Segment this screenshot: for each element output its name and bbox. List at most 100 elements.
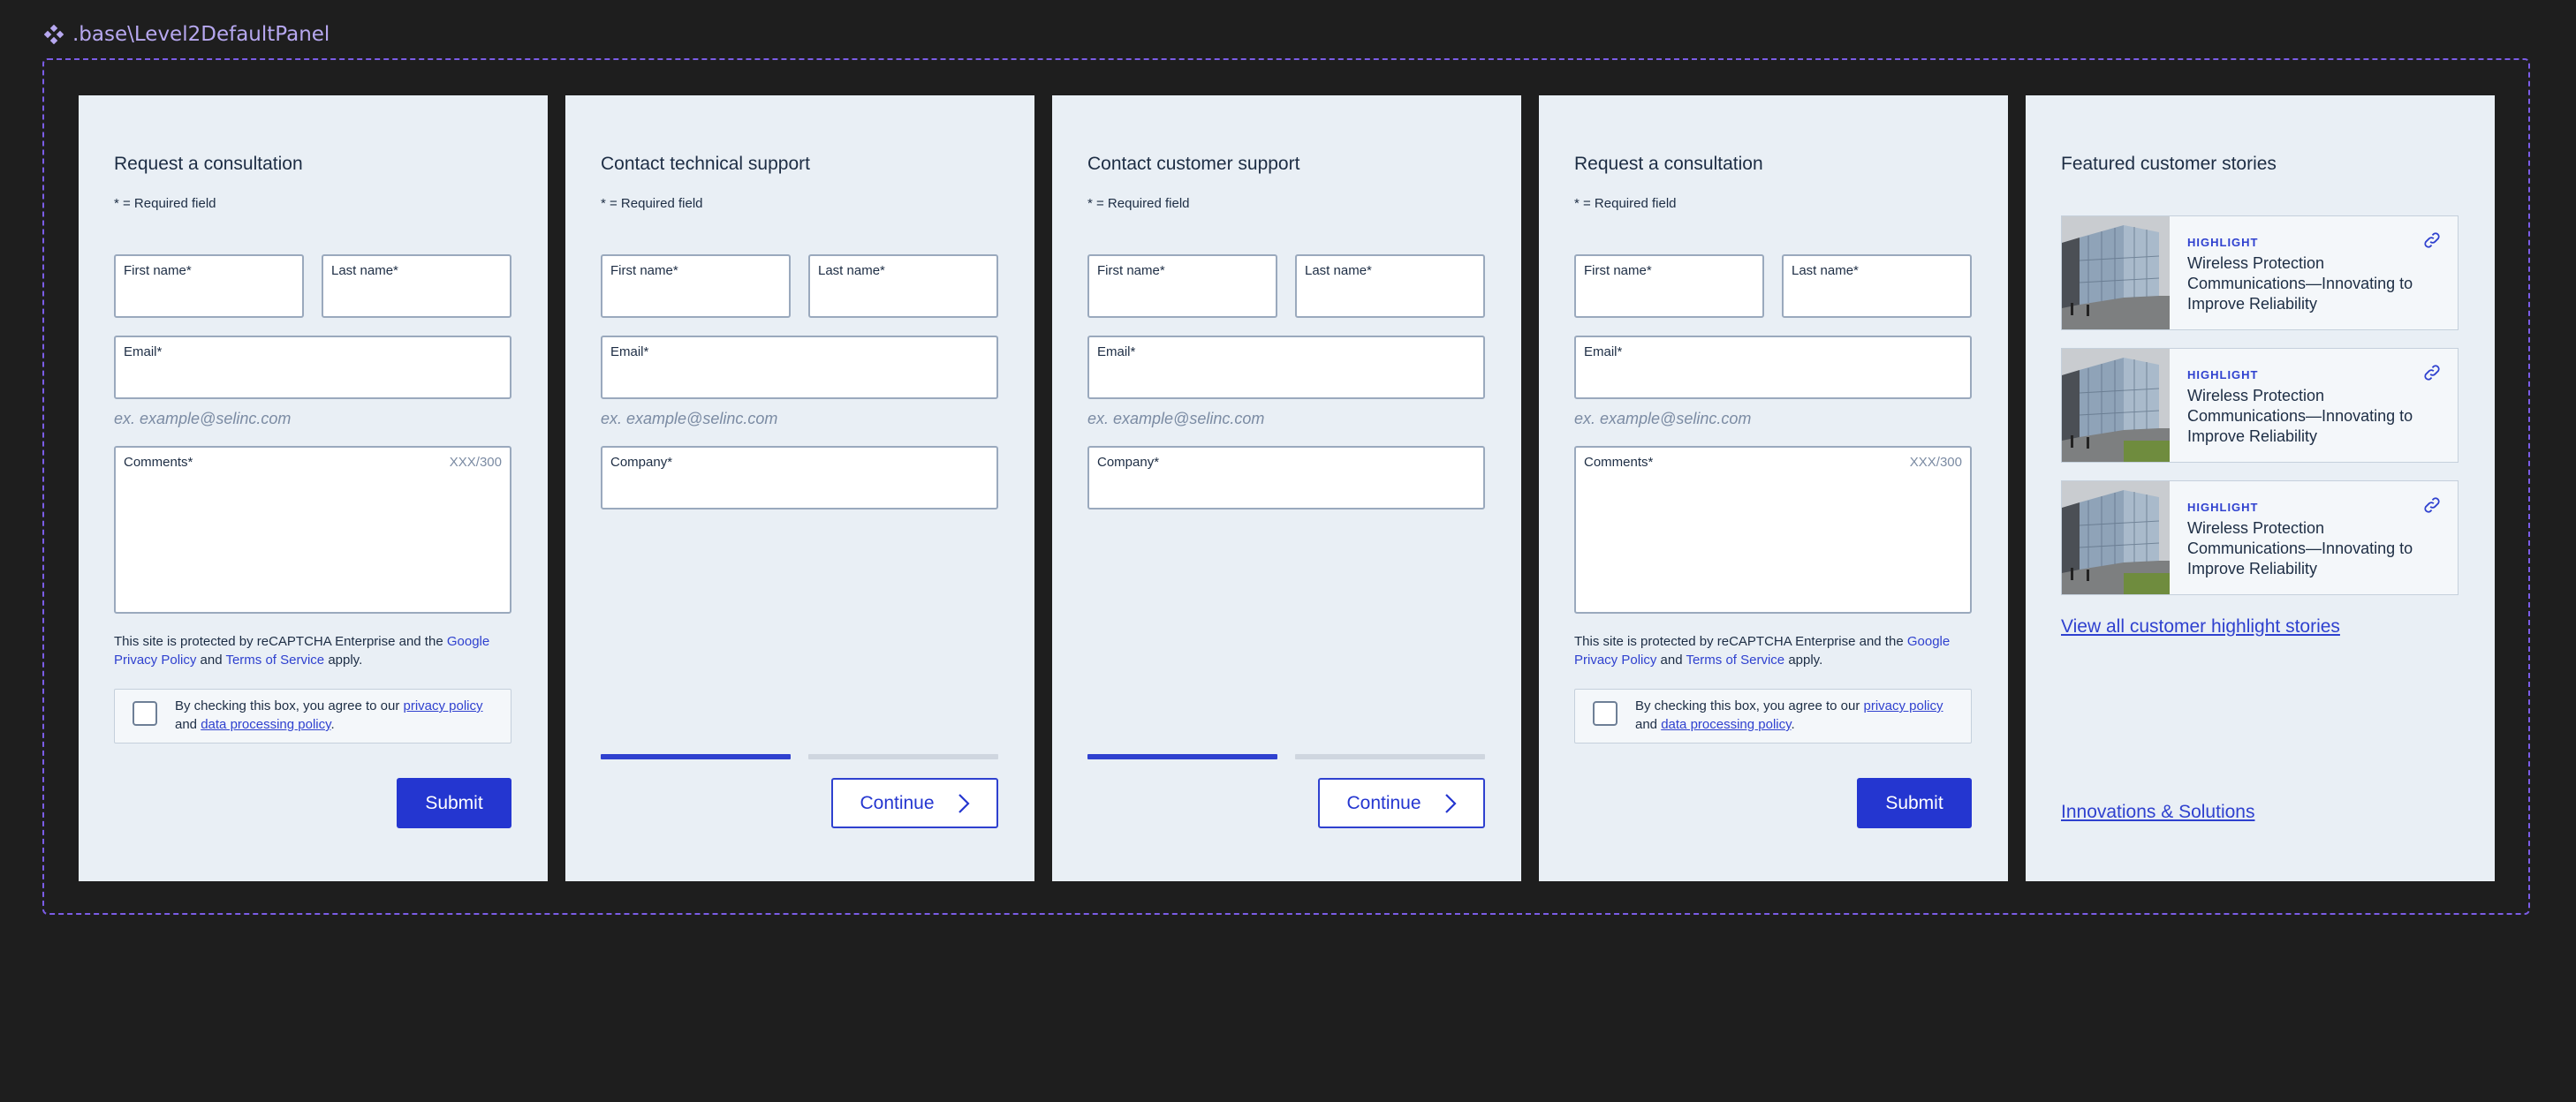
story-title: Wireless Protection Communications—Innov… bbox=[2187, 254, 2413, 313]
consent-prefix: By checking this box, you agree to our bbox=[175, 698, 404, 713]
component-icon bbox=[44, 25, 64, 44]
continue-button[interactable]: Continue bbox=[831, 778, 998, 828]
view-all-stories-link[interactable]: View all customer highlight stories bbox=[2061, 616, 2340, 638]
story-card[interactable]: HIGHLIGHT Wireless Protection Communicat… bbox=[2061, 348, 2459, 463]
company-label: Company* bbox=[610, 455, 673, 470]
last-name-label: Last name* bbox=[1305, 263, 1372, 278]
last-name-label: Last name* bbox=[1792, 263, 1859, 278]
captcha-suffix: apply. bbox=[324, 653, 363, 668]
email-field[interactable]: Email* bbox=[1087, 336, 1485, 399]
comments-counter: XXX/300 bbox=[1909, 455, 1962, 470]
consent-and: and bbox=[1635, 717, 1662, 732]
comments-label: Comments* bbox=[1584, 455, 1654, 470]
consent-box: By checking this box, you agree to our p… bbox=[114, 689, 511, 743]
captcha-text: This site is protected by reCAPTCHA Ente… bbox=[1574, 634, 1907, 649]
story-title: Wireless Protection Communications—Innov… bbox=[2187, 519, 2413, 577]
consent-suffix: . bbox=[330, 717, 335, 732]
customer-stories-panel: Featured customer stories HIGHLIGHT Wire… bbox=[2026, 95, 2495, 881]
email-hint: ex. example@selinc.com bbox=[114, 410, 292, 427]
last-name-label: Last name* bbox=[331, 263, 398, 278]
email-field[interactable]: Email* bbox=[114, 336, 511, 399]
consent-and: and bbox=[175, 717, 201, 732]
first-name-field[interactable]: First name* bbox=[114, 254, 304, 318]
customer-support-panel: Contact customer support * = Required fi… bbox=[1052, 95, 1521, 881]
story-thumbnail bbox=[2062, 481, 2170, 594]
technical-support-panel: Contact technical support * = Required f… bbox=[565, 95, 1034, 881]
recaptcha-notice: This site is protected by reCAPTCHA Ente… bbox=[114, 632, 511, 669]
captcha-and: and bbox=[196, 653, 226, 668]
comments-field[interactable]: Comments* XXX/300 bbox=[114, 446, 511, 614]
consent-checkbox[interactable] bbox=[133, 701, 157, 726]
captcha-text: This site is protected by reCAPTCHA Ente… bbox=[114, 634, 447, 649]
panel-title: Request a consultation bbox=[114, 154, 303, 174]
email-label: Email* bbox=[610, 344, 649, 359]
company-field[interactable]: Company* bbox=[601, 446, 998, 509]
story-tag: HIGHLIGHT bbox=[2187, 236, 2259, 249]
first-name-field[interactable]: First name* bbox=[1574, 254, 1764, 318]
chevron-right-icon bbox=[958, 793, 970, 813]
panel-title: Featured customer stories bbox=[2061, 154, 2277, 174]
innovations-solutions-link[interactable]: Innovations & Solutions bbox=[2061, 802, 2254, 823]
continue-label: Continue bbox=[860, 792, 935, 813]
story-card[interactable]: HIGHLIGHT Wireless Protection Communicat… bbox=[2061, 480, 2459, 595]
link-icon[interactable] bbox=[2422, 363, 2442, 382]
last-name-label: Last name* bbox=[818, 263, 885, 278]
last-name-field[interactable]: Last name* bbox=[1295, 254, 1485, 318]
submit-button[interactable]: Submit bbox=[397, 778, 511, 828]
captcha-suffix: apply. bbox=[1784, 653, 1823, 668]
progress-step-2 bbox=[808, 754, 998, 759]
first-name-label: First name* bbox=[1584, 263, 1652, 278]
data-processing-policy-link[interactable]: data processing policy bbox=[201, 717, 330, 732]
email-hint: ex. example@selinc.com bbox=[601, 410, 778, 427]
consent-text: By checking this box, you agree to our p… bbox=[175, 697, 502, 734]
story-thumbnail bbox=[2062, 349, 2170, 462]
email-field[interactable]: Email* bbox=[601, 336, 998, 399]
captcha-and: and bbox=[1656, 653, 1686, 668]
email-label: Email* bbox=[1584, 344, 1623, 359]
first-name-label: First name* bbox=[610, 263, 678, 278]
component-path: .base\Level2DefaultPanel bbox=[72, 23, 330, 46]
recaptcha-notice: This site is protected by reCAPTCHA Ente… bbox=[1574, 632, 1972, 669]
comments-counter: XXX/300 bbox=[449, 455, 502, 470]
first-name-label: First name* bbox=[124, 263, 192, 278]
progress-step-1 bbox=[1087, 754, 1277, 759]
data-processing-policy-link[interactable]: data processing policy bbox=[1661, 717, 1791, 732]
story-thumbnail bbox=[2062, 216, 2170, 329]
privacy-policy-link[interactable]: privacy policy bbox=[403, 698, 482, 713]
first-name-field[interactable]: First name* bbox=[1087, 254, 1277, 318]
panel-title: Contact customer support bbox=[1087, 154, 1300, 174]
consultation-panel: Request a consultation * = Required fiel… bbox=[79, 95, 548, 881]
first-name-field[interactable]: First name* bbox=[601, 254, 791, 318]
consent-checkbox[interactable] bbox=[1593, 701, 1618, 726]
email-hint: ex. example@selinc.com bbox=[1087, 410, 1265, 427]
panel-title: Contact technical support bbox=[601, 154, 810, 174]
privacy-policy-link[interactable]: privacy policy bbox=[1863, 698, 1943, 713]
progress-step-2 bbox=[1295, 754, 1485, 759]
component-header: .base\Level2DefaultPanel bbox=[44, 21, 330, 48]
terms-of-service-link[interactable]: Terms of Service bbox=[225, 653, 324, 668]
comments-field[interactable]: Comments* XXX/300 bbox=[1574, 446, 1972, 614]
story-card[interactable]: HIGHLIGHT Wireless Protection Communicat… bbox=[2061, 215, 2459, 330]
link-icon[interactable] bbox=[2422, 230, 2442, 250]
company-label: Company* bbox=[1097, 455, 1160, 470]
last-name-field[interactable]: Last name* bbox=[1782, 254, 1972, 318]
submit-button[interactable]: Submit bbox=[1857, 778, 1972, 828]
comments-label: Comments* bbox=[124, 455, 193, 470]
email-hint: ex. example@selinc.com bbox=[1574, 410, 1752, 427]
last-name-field[interactable]: Last name* bbox=[322, 254, 511, 318]
consent-prefix: By checking this box, you agree to our bbox=[1635, 698, 1864, 713]
email-field[interactable]: Email* bbox=[1574, 336, 1972, 399]
email-label: Email* bbox=[1097, 344, 1136, 359]
continue-label: Continue bbox=[1346, 792, 1421, 813]
progress-step-1 bbox=[601, 754, 791, 759]
company-field[interactable]: Company* bbox=[1087, 446, 1485, 509]
consent-suffix: . bbox=[1791, 717, 1795, 732]
terms-of-service-link[interactable]: Terms of Service bbox=[1686, 653, 1784, 668]
link-icon[interactable] bbox=[2422, 495, 2442, 515]
required-note: * = Required field bbox=[601, 196, 703, 211]
last-name-field[interactable]: Last name* bbox=[808, 254, 998, 318]
required-note: * = Required field bbox=[1574, 196, 1677, 211]
continue-button[interactable]: Continue bbox=[1318, 778, 1485, 828]
email-label: Email* bbox=[124, 344, 163, 359]
story-tag: HIGHLIGHT bbox=[2187, 368, 2259, 381]
